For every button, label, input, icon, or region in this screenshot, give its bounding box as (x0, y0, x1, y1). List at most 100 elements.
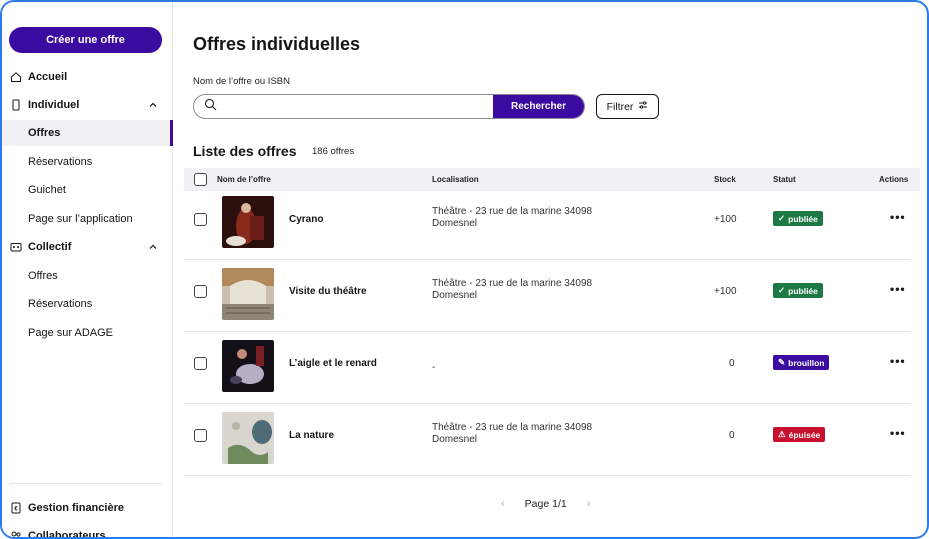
column-header-name[interactable]: Nom de l’offre (217, 175, 271, 184)
sidebar-item-collaborateurs[interactable]: Collaborateurs (2, 523, 172, 539)
page-title: Offres individuelles (193, 34, 361, 54)
offer-stock: 0 (729, 430, 735, 441)
offer-name[interactable]: L’aigle et le renard (289, 358, 377, 369)
column-header-status[interactable]: Statut (773, 175, 796, 184)
home-icon (10, 71, 22, 83)
chevron-up-icon[interactable] (148, 242, 158, 252)
more-actions-icon[interactable]: ••• (890, 354, 906, 368)
row-checkbox[interactable] (194, 213, 207, 226)
status-badge: ✎ brouillon (773, 355, 830, 370)
sidebar-item-page-adage[interactable]: Page sur ADAGE (2, 320, 172, 346)
more-actions-icon[interactable]: ••• (890, 210, 906, 224)
filter-button[interactable]: Filtrer (596, 94, 659, 119)
offer-stock: +100 (714, 286, 737, 297)
location-line: Théâtre - 23 rue de la marine 34098 (432, 278, 593, 289)
location-line: - (432, 362, 436, 373)
page-indicator: Page 1/1 (524, 498, 567, 510)
sidebar-item-accueil[interactable]: Accueil (2, 64, 172, 90)
table-row: Cyrano Théâtre - 23 rue de la marine 340… (184, 188, 910, 260)
phone-icon (10, 99, 22, 111)
search-field-wrapper (194, 95, 493, 118)
row-checkbox[interactable] (194, 285, 207, 298)
sidebar-item-label: Gestion financière (28, 502, 124, 514)
offer-name[interactable]: Visite du théâtre (289, 286, 367, 297)
sidebar-item-label: Page sur l’application (28, 213, 133, 225)
column-header-actions: Actions (879, 175, 909, 184)
offer-name[interactable]: Cyrano (289, 214, 323, 225)
edit-icon: ✎ (778, 357, 786, 367)
offer-thumbnail[interactable] (222, 412, 274, 464)
check-icon: ✓ (778, 213, 786, 223)
offer-name[interactable]: La nature (289, 430, 334, 441)
sidebar-item-gestion-financiere[interactable]: € Gestion financière (2, 495, 172, 521)
sidebar-item-collectif-offres[interactable]: Offres (2, 263, 172, 289)
offer-stock: +100 (714, 214, 737, 225)
chevron-up-icon[interactable] (148, 100, 158, 110)
status-badge: ✓ publiée (773, 211, 823, 226)
sidebar-item-offres[interactable]: Offres (2, 120, 173, 146)
search-icon (204, 98, 217, 116)
sidebar-item-reservations[interactable]: Réservations (2, 149, 172, 175)
column-header-location[interactable]: Localisation (432, 175, 479, 184)
sidebar-item-label: Guichet (28, 184, 66, 196)
chevron-right-icon[interactable]: › (587, 498, 591, 510)
status-label: brouillon (788, 357, 825, 368)
sidebar: Créer une offre Accueil Individuel Offre… (2, 2, 173, 539)
svg-text:€: € (14, 507, 18, 513)
location-line: Théâtre - 23 rue de la marine 34098 (432, 206, 593, 217)
search-input[interactable] (225, 101, 493, 112)
more-actions-icon[interactable]: ••• (890, 426, 906, 440)
location-city: Domesnel (432, 434, 478, 445)
check-icon: ✓ (778, 285, 786, 295)
select-all-checkbox[interactable] (194, 173, 207, 186)
offer-location: - (432, 362, 632, 374)
sidebar-item-label: Offres (28, 270, 58, 282)
table-row: L’aigle et le renard - 0 ✎ brouillon ••• (184, 332, 910, 404)
filter-label: Filtrer (606, 100, 634, 113)
sidebar-item-collectif[interactable]: Collectif (2, 234, 172, 260)
column-header-stock[interactable]: Stock (714, 175, 736, 184)
status-label: épuisée (788, 429, 821, 440)
sliders-icon (638, 100, 648, 113)
users-icon (10, 530, 22, 537)
location-line: Théâtre - 23 rue de la marine 34098 (432, 422, 593, 433)
table-row: La nature Théâtre - 23 rue de la marine … (184, 404, 910, 476)
list-title: Liste des offres (193, 143, 297, 159)
pagination: ‹ Page 1/1 › (501, 498, 590, 510)
status-badge: ✓ publiée (773, 283, 823, 298)
offer-stock: 0 (729, 358, 735, 369)
sidebar-item-label: Collaborateurs (28, 530, 106, 539)
sidebar-item-label: Réservations (28, 156, 93, 168)
row-checkbox[interactable] (194, 429, 207, 442)
sidebar-item-page-application[interactable]: Page sur l’application (2, 206, 172, 232)
sidebar-item-label: Offres (28, 127, 61, 139)
warning-icon: ⚠ (778, 429, 786, 439)
sidebar-item-individuel[interactable]: Individuel (2, 92, 172, 118)
status-label: publiée (788, 285, 818, 296)
location-city: Domesnel (432, 290, 478, 301)
offer-thumbnail[interactable] (222, 340, 274, 392)
offer-thumbnail[interactable] (222, 196, 274, 248)
search-bar: Rechercher (193, 94, 585, 119)
status-badge: ⚠ épuisée (773, 427, 826, 442)
sidebar-item-label: Page sur ADAGE (28, 327, 113, 339)
collectif-icon (10, 241, 22, 253)
offer-count: 186 offres (312, 146, 355, 157)
row-checkbox[interactable] (194, 357, 207, 370)
offer-location: Théâtre - 23 rue de la marine 34098 Dome… (432, 278, 632, 302)
offer-thumbnail[interactable] (222, 268, 274, 320)
sidebar-item-label: Accueil (28, 71, 68, 83)
create-offer-button[interactable]: Créer une offre (9, 27, 162, 53)
search-button[interactable]: Rechercher (493, 95, 584, 118)
sidebar-item-label: Individuel (28, 99, 80, 111)
sidebar-item-collectif-reservations[interactable]: Réservations (2, 291, 172, 317)
offer-location: Théâtre - 23 rue de la marine 34098 Dome… (432, 422, 632, 446)
table-row: Visite du théâtre Théâtre - 23 rue de la… (184, 260, 910, 332)
sidebar-divider (10, 483, 162, 484)
sidebar-item-guichet[interactable]: Guichet (2, 177, 172, 203)
chevron-left-icon[interactable]: ‹ (501, 498, 505, 510)
search-label: Nom de l’offre ou ISBN (193, 76, 290, 87)
location-city: Domesnel (432, 218, 478, 229)
more-actions-icon[interactable]: ••• (890, 282, 906, 296)
offer-location: Théâtre - 23 rue de la marine 34098 Dome… (432, 206, 632, 230)
